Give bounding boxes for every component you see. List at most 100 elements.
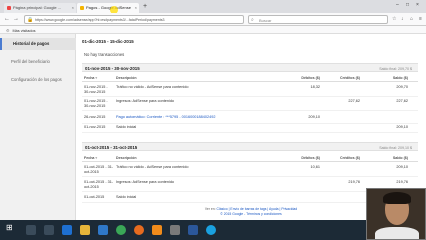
row-balance: 209,10 xyxy=(396,165,408,169)
period-band-october: 01-oct-2015 - 31-oct-2015 Saldo final: 2… xyxy=(82,142,418,151)
task-view-icon[interactable] xyxy=(44,225,54,235)
sidebar-item-label: Perfil del beneficiario xyxy=(11,59,50,64)
table-row: 01-oct-2015 - 31-oct-2015 Tráfico no vál… xyxy=(82,164,418,177)
table-row: 01-nov-2015 - 30-nov-2015 Ingresos: AdSe… xyxy=(82,98,418,111)
row-date: 26-nov-2015 xyxy=(84,115,106,119)
adsense-favicon-icon xyxy=(80,6,84,10)
sidebar: Historial de pagos Perfil del beneficiar… xyxy=(0,34,76,220)
navigation-bar: ← → 🔒 https://www.google.com/adsense/app… xyxy=(0,13,426,26)
bookmark-star-icon[interactable]: ☆ xyxy=(392,16,396,22)
period-title: 01-oct-2015 - 31-oct-2015 xyxy=(85,145,138,150)
lock-icon: 🔒 xyxy=(27,17,34,23)
sidebar-item-payment-history[interactable]: Historial de pagos xyxy=(0,38,76,50)
footer-prefix: Ver en: xyxy=(204,207,216,211)
row-date: 01-oct-2015 - 31-oct-2015 xyxy=(84,165,114,174)
store-icon[interactable] xyxy=(98,225,108,235)
camera-icon[interactable] xyxy=(170,225,180,235)
search-input[interactable]: ⌕ Buscar xyxy=(248,15,388,24)
column-credits: Créditos ($) xyxy=(340,156,360,160)
row-description: Saldo inicial xyxy=(116,195,137,199)
row-balance: 209,70 xyxy=(396,85,408,89)
home-icon[interactable]: ⌂ xyxy=(410,16,413,22)
column-debits: Débitos ($) xyxy=(301,156,320,160)
search-placeholder: Buscar xyxy=(259,18,272,23)
row-debit: 10,61 xyxy=(310,165,320,169)
row-date: 01-nov-2015 - 30-nov-2015 xyxy=(84,99,108,108)
sidebar-item-payment-settings[interactable]: Configuración de los pagos xyxy=(0,74,76,86)
edge-icon[interactable] xyxy=(62,225,72,235)
menu-icon[interactable]: ≡ xyxy=(419,16,422,22)
column-date[interactable]: Fecha▾ xyxy=(84,76,97,81)
column-debits: Débitos ($) xyxy=(301,76,320,80)
column-credits: Créditos ($) xyxy=(340,76,360,80)
vlc-icon[interactable] xyxy=(152,225,162,235)
bookmark-most-visited[interactable]: Más visitados xyxy=(12,29,35,33)
table-row: 26-nov-2015 Pago automático: Corriente :… xyxy=(82,114,418,124)
row-balance: 209,10 xyxy=(396,125,408,129)
payment-link[interactable]: Pago automático: Corriente : ***5795 - 0… xyxy=(116,115,215,119)
table-row: 01-nov-2015 - 30-nov-2015 Tráfico no vál… xyxy=(82,84,418,97)
tab-adsense-payments[interactable]: Pagos - Google AdSense × xyxy=(77,3,139,13)
tab-label: Página principal: Google ... xyxy=(13,5,62,10)
download-icon[interactable]: ↓ xyxy=(401,16,404,22)
row-description: Ingresos: AdSense para contenido xyxy=(116,99,175,103)
period-band-november: 01-nov-2015 - 30-nov-2015 Saldo final: 2… xyxy=(82,63,418,72)
close-tab-icon[interactable]: × xyxy=(72,5,74,10)
sort-icon: ▾ xyxy=(95,156,98,160)
maximize-icon[interactable]: □ xyxy=(406,2,409,8)
row-credit: 227,62 xyxy=(348,99,360,103)
row-balance: 227,62 xyxy=(396,99,408,103)
new-tab-button[interactable]: + xyxy=(143,3,147,10)
column-description: Descripción xyxy=(116,76,137,80)
sidebar-item-label: Historial de pagos xyxy=(13,41,50,46)
bookmarks-bar: ⚙ Más visitados xyxy=(0,26,426,34)
ending-balance-label: Saldo final: 209,10 $ xyxy=(379,145,412,150)
column-balance: Saldo ($) xyxy=(392,156,408,160)
minimize-icon[interactable]: – xyxy=(396,2,399,8)
row-description: Tráfico no válido - AdSense para conteni… xyxy=(116,165,189,169)
forward-arrow-icon[interactable]: → xyxy=(13,16,19,22)
ending-balance-label: Saldo final: 209,70 $ xyxy=(379,66,412,71)
footer-links[interactable]: Clásico | Envío de barras de tags | Ayud… xyxy=(217,207,298,211)
row-date: 01-nov-2015 - 30-nov-2015 xyxy=(84,85,108,94)
url-text: https://www.google.com/adsense/app?hl=es… xyxy=(35,18,165,22)
column-date[interactable]: Fecha▾ xyxy=(84,156,97,161)
table-header: Fecha▾ Descripción Débitos ($) Créditos … xyxy=(82,75,418,82)
period-heading-december: 01-dic-2015 - 15-dic-2015 xyxy=(82,39,134,44)
word-icon[interactable] xyxy=(188,225,198,235)
row-description: Saldo inicial xyxy=(116,125,137,129)
close-window-icon[interactable]: × xyxy=(416,2,419,8)
sidebar-item-payee-profile[interactable]: Perfil del beneficiario xyxy=(0,56,76,68)
row-date: 01-oct-2015 xyxy=(84,195,105,199)
row-credit: 219,76 xyxy=(348,180,360,184)
table-row: 01-nov-2015 Saldo inicial 209,10 xyxy=(82,124,418,133)
gear-icon: ⚙ xyxy=(6,29,10,33)
row-balance: 219,76 xyxy=(396,180,408,184)
browser-tab-bar: Página principal: Google ... × Pagos - G… xyxy=(0,0,426,13)
search-icon: ⌕ xyxy=(251,17,254,23)
no-transactions-text: No hay transacciones xyxy=(84,52,125,57)
close-tab-icon[interactable]: × xyxy=(135,5,137,10)
windows-icon[interactable]: ⊞ xyxy=(6,223,16,233)
tab-google-homepage[interactable]: Página principal: Google ... × xyxy=(4,3,76,13)
row-debit: 209,10 xyxy=(308,115,320,119)
explorer-icon[interactable] xyxy=(80,225,90,235)
tab-label: Pagos - Google AdSense xyxy=(86,5,131,10)
table-header: Fecha▾ Descripción Débitos ($) Créditos … xyxy=(82,155,418,162)
google-favicon-icon xyxy=(7,6,11,10)
webcam-overlay xyxy=(366,188,426,240)
row-description: Ingresos: AdSense para contenido xyxy=(116,180,175,184)
sort-icon: ▾ xyxy=(95,76,98,80)
column-balance: Saldo ($) xyxy=(392,76,408,80)
row-date: 01-nov-2015 xyxy=(84,125,106,129)
row-description: Tráfico no válido - AdSense para conteni… xyxy=(116,85,189,89)
windows-taskbar: ⊞ 15:53 07/12/2015 xyxy=(0,220,426,240)
row-debit: 18,32 xyxy=(310,85,320,89)
firefox-icon[interactable] xyxy=(134,225,144,235)
chrome-icon[interactable] xyxy=(116,225,126,235)
skype-icon[interactable] xyxy=(206,225,216,235)
back-arrow-icon[interactable]: ← xyxy=(4,16,10,22)
search-icon[interactable] xyxy=(26,225,36,235)
address-bar[interactable]: 🔒 https://www.google.com/adsense/app?hl=… xyxy=(24,15,244,24)
column-description: Descripción xyxy=(116,156,137,160)
